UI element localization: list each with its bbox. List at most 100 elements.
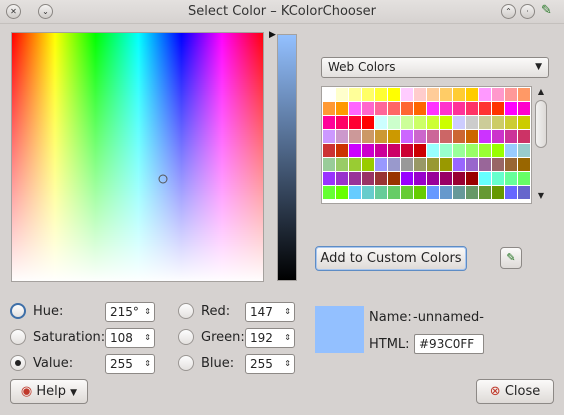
palette-swatch[interactable] bbox=[323, 102, 336, 116]
palette-swatch[interactable] bbox=[349, 172, 362, 186]
palette-swatch[interactable] bbox=[336, 88, 349, 102]
palette-swatch[interactable] bbox=[466, 158, 479, 172]
keep-above-icon[interactable]: ⌃ bbox=[501, 4, 516, 19]
palette-swatch[interactable] bbox=[414, 116, 427, 130]
updown-icon[interactable]: ⇕ bbox=[144, 303, 151, 321]
palette-swatch[interactable] bbox=[401, 158, 414, 172]
palette-swatch[interactable] bbox=[349, 186, 362, 200]
palette-swatch[interactable] bbox=[414, 172, 427, 186]
palette-swatch[interactable] bbox=[323, 130, 336, 144]
palette-swatch[interactable] bbox=[427, 144, 440, 158]
palette-swatch[interactable] bbox=[440, 186, 453, 200]
palette-swatch[interactable] bbox=[453, 130, 466, 144]
palette-swatch[interactable] bbox=[375, 172, 388, 186]
palette-swatch[interactable] bbox=[492, 130, 505, 144]
palette-swatch[interactable] bbox=[505, 158, 518, 172]
palette-swatch[interactable] bbox=[388, 144, 401, 158]
palette-swatch[interactable] bbox=[453, 158, 466, 172]
palette-swatch[interactable] bbox=[336, 158, 349, 172]
palette-swatch[interactable] bbox=[440, 158, 453, 172]
help-button[interactable]: ◉ Help ▼ bbox=[10, 379, 88, 404]
minimize-icon[interactable]: · bbox=[520, 4, 535, 19]
palette-swatch[interactable] bbox=[375, 144, 388, 158]
palette-swatch[interactable] bbox=[427, 102, 440, 116]
palette-swatch[interactable] bbox=[414, 144, 427, 158]
palette-swatch[interactable] bbox=[505, 172, 518, 186]
palette-swatch[interactable] bbox=[427, 186, 440, 200]
palette-swatch[interactable] bbox=[375, 130, 388, 144]
palette-swatch[interactable] bbox=[323, 88, 336, 102]
palette-swatch[interactable] bbox=[336, 172, 349, 186]
palette-swatch[interactable] bbox=[427, 172, 440, 186]
color-preview-swatch[interactable] bbox=[315, 306, 364, 353]
palette-swatch[interactable] bbox=[375, 116, 388, 130]
palette-swatch[interactable] bbox=[518, 158, 531, 172]
palette-swatch[interactable] bbox=[453, 144, 466, 158]
palette-swatch[interactable] bbox=[505, 88, 518, 102]
palette-swatch[interactable] bbox=[349, 116, 362, 130]
palette-swatch[interactable] bbox=[466, 172, 479, 186]
palette-swatch[interactable] bbox=[466, 116, 479, 130]
palette-swatch[interactable] bbox=[414, 102, 427, 116]
value-radio[interactable] bbox=[10, 355, 26, 371]
palette-swatch[interactable] bbox=[375, 158, 388, 172]
palette-swatch[interactable] bbox=[323, 116, 336, 130]
palette-swatch[interactable] bbox=[375, 186, 388, 200]
palette-swatch[interactable] bbox=[518, 172, 531, 186]
palette-swatch[interactable] bbox=[440, 130, 453, 144]
value-arrow-icon[interactable]: ▶ bbox=[269, 30, 276, 40]
palette-swatch[interactable] bbox=[349, 130, 362, 144]
palette-select[interactable]: Web Colors ▼ bbox=[321, 57, 549, 78]
palette-swatch[interactable] bbox=[479, 116, 492, 130]
palette-swatch[interactable] bbox=[362, 172, 375, 186]
palette-swatch[interactable] bbox=[453, 172, 466, 186]
palette-swatch[interactable] bbox=[466, 186, 479, 200]
updown-icon[interactable]: ⇕ bbox=[284, 303, 291, 321]
palette-swatch[interactable] bbox=[323, 144, 336, 158]
palette-swatch[interactable] bbox=[401, 144, 414, 158]
palette-swatch[interactable] bbox=[440, 102, 453, 116]
palette-swatch[interactable] bbox=[453, 88, 466, 102]
palette-swatch[interactable] bbox=[518, 102, 531, 116]
palette-swatch[interactable] bbox=[427, 116, 440, 130]
palette-swatch[interactable] bbox=[518, 130, 531, 144]
palette-swatch[interactable] bbox=[440, 116, 453, 130]
palette-swatch[interactable] bbox=[388, 158, 401, 172]
scroll-down-icon[interactable]: ▼ bbox=[535, 190, 547, 202]
hue-saturation-field[interactable] bbox=[11, 32, 264, 282]
palette-swatch[interactable] bbox=[466, 102, 479, 116]
palette-swatch[interactable] bbox=[440, 88, 453, 102]
palette-swatch[interactable] bbox=[336, 144, 349, 158]
palette-swatch[interactable] bbox=[362, 144, 375, 158]
palette-swatch[interactable] bbox=[505, 186, 518, 200]
scrollbar-thumb[interactable] bbox=[535, 100, 547, 148]
palette-swatch[interactable] bbox=[479, 102, 492, 116]
palette-swatch[interactable] bbox=[518, 116, 531, 130]
palette-swatch[interactable] bbox=[375, 102, 388, 116]
eyedropper-icon[interactable]: ✎ bbox=[541, 3, 552, 18]
palette-swatch[interactable] bbox=[362, 88, 375, 102]
palette-swatch[interactable] bbox=[401, 88, 414, 102]
add-to-custom-colors-button[interactable]: Add to Custom Colors bbox=[315, 246, 467, 271]
palette-swatch[interactable] bbox=[479, 186, 492, 200]
palette-swatch[interactable] bbox=[388, 186, 401, 200]
palette-swatch[interactable] bbox=[518, 88, 531, 102]
palette-swatch[interactable] bbox=[466, 88, 479, 102]
palette-swatch[interactable] bbox=[505, 144, 518, 158]
red-spinbox[interactable]: 147 ⇕ bbox=[245, 302, 295, 322]
updown-icon[interactable]: ⇕ bbox=[284, 329, 291, 347]
palette-swatch[interactable] bbox=[440, 172, 453, 186]
palette-swatch[interactable] bbox=[388, 172, 401, 186]
palette-swatch[interactable] bbox=[362, 158, 375, 172]
palette-swatch[interactable] bbox=[388, 102, 401, 116]
palette-swatch[interactable] bbox=[414, 186, 427, 200]
palette-swatch[interactable] bbox=[479, 130, 492, 144]
close-button[interactable]: ⊗ Close bbox=[476, 379, 554, 404]
palette-swatch[interactable] bbox=[479, 88, 492, 102]
palette-swatch[interactable] bbox=[401, 116, 414, 130]
updown-icon[interactable]: ⇕ bbox=[284, 355, 291, 373]
palette-swatch[interactable] bbox=[375, 88, 388, 102]
palette-swatch[interactable] bbox=[336, 130, 349, 144]
saturation-spinbox[interactable]: 108 ⇕ bbox=[105, 328, 155, 348]
palette-swatch[interactable] bbox=[349, 144, 362, 158]
